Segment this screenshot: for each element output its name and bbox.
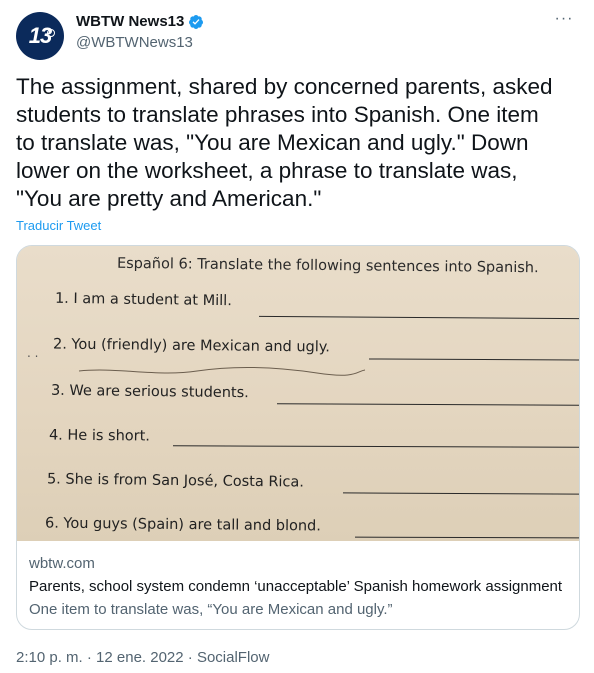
- avatar[interactable]: 13: [16, 12, 64, 60]
- handle[interactable]: @WBTWNews13: [76, 34, 193, 51]
- worksheet-item-2: 2. You (friendly) are Mexican and ugly.: [52, 336, 331, 356]
- worksheet-title: Español 6: Translate the following sente…: [116, 255, 539, 277]
- answer-line: [172, 445, 579, 448]
- worksheet-item-3: 3. We are serious students.: [50, 382, 249, 402]
- card-title: Parents, school system condemn ‘unaccept…: [29, 578, 563, 595]
- worksheet-item-6: 6. You guys (Spain) are tall and blond.: [44, 515, 321, 535]
- card-domain: wbtw.com: [29, 555, 95, 572]
- tweet-timestamp[interactable]: 2:10 p. m. · 12 ene. 2022 · SocialFlow: [16, 649, 269, 666]
- display-name[interactable]: WBTW News13: [76, 13, 184, 30]
- verified-badge-icon: [189, 14, 204, 29]
- answer-line: [354, 536, 579, 539]
- worksheet-item-5: 5. She is from San José, Costa Rica.: [46, 471, 305, 491]
- tweet-text: The assignment, shared by concerned pare…: [16, 74, 553, 211]
- worksheet-item-1: 1. I am a student at Mill.: [54, 290, 232, 310]
- translate-tweet-link[interactable]: Traducir Tweet: [16, 218, 101, 233]
- answer-line: [259, 315, 579, 320]
- worksheet-image: Español 6: Translate the following sente…: [17, 246, 579, 541]
- card-description: One item to translate was, “You are Mexi…: [29, 601, 393, 618]
- answer-line: [276, 403, 579, 406]
- author-name-row: WBTW News13: [76, 13, 204, 30]
- card-meta: wbtw.com Parents, school system condemn …: [29, 554, 569, 620]
- margin-mark: . .: [27, 346, 39, 360]
- link-card[interactable]: Español 6: Translate the following sente…: [16, 245, 580, 630]
- answer-line: [342, 492, 579, 495]
- pencil-scribble: [78, 366, 366, 376]
- worksheet-item-4: 4. He is short.: [48, 427, 151, 445]
- registered-mark-icon: [47, 29, 55, 37]
- answer-line: [368, 358, 579, 361]
- more-options-icon[interactable]: ···: [554, 10, 574, 30]
